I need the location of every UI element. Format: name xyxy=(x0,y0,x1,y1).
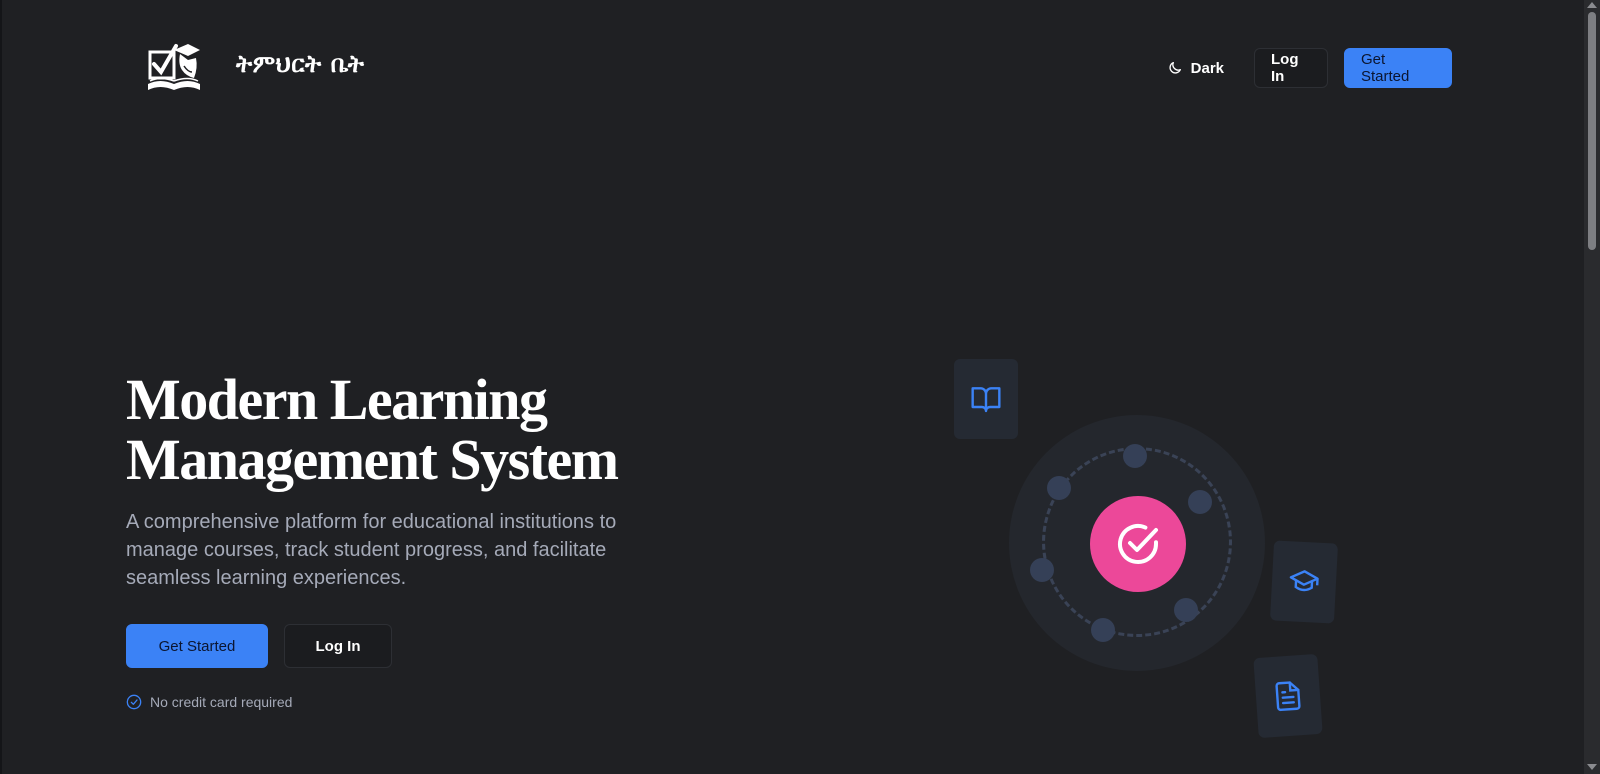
moon-icon xyxy=(1169,62,1181,74)
scroll-thumb[interactable] xyxy=(1588,12,1596,250)
header-login-button[interactable]: Log In xyxy=(1254,48,1328,88)
hero-login-button[interactable]: Log In xyxy=(284,624,392,668)
orbit-dot xyxy=(1030,558,1054,582)
orbit-dot xyxy=(1047,476,1071,500)
orbit-dot xyxy=(1091,618,1115,642)
graduation-card xyxy=(1269,540,1339,624)
hero-title: Modern Learning Management System xyxy=(126,370,766,490)
orbit-dot xyxy=(1188,490,1212,514)
hero-actions: Get Started Log In xyxy=(126,624,392,668)
landing-page: ትምህርት ቤት Dark Log In Get Started Modern … xyxy=(2,0,1582,774)
theme-toggle-button[interactable]: Dark xyxy=(1153,48,1238,88)
scroll-down-arrow-icon[interactable] xyxy=(1587,764,1597,770)
center-badge xyxy=(1090,496,1186,592)
hero-get-started-button[interactable]: Get Started xyxy=(126,624,268,668)
site-header: ትምህርት ቤት Dark Log In Get Started xyxy=(2,0,1582,140)
orbit-dot xyxy=(1123,444,1147,468)
logo[interactable] xyxy=(144,38,204,96)
hero-title-line-1: Modern Learning xyxy=(126,367,548,432)
document-card xyxy=(1253,653,1323,739)
hero-description: A comprehensive platform for educational… xyxy=(126,511,617,589)
book-open-icon xyxy=(971,387,1001,413)
header-nav: Dark Log In Get Started xyxy=(1153,48,1452,88)
scroll-up-arrow-icon[interactable] xyxy=(1587,2,1597,8)
check-circle-icon xyxy=(126,694,142,710)
check-circle-icon xyxy=(1118,524,1158,564)
orbit-dot xyxy=(1174,598,1198,622)
theme-toggle-label: Dark xyxy=(1190,59,1224,77)
brand-name[interactable]: ትምህርት ቤት xyxy=(236,50,364,78)
graduation-cap-icon xyxy=(1289,570,1319,592)
no-credit-card-note: No credit card required xyxy=(126,694,292,710)
file-text-icon xyxy=(1275,681,1301,712)
note-text: No credit card required xyxy=(150,694,293,710)
page-scrollbar[interactable] xyxy=(1584,0,1600,774)
book-card xyxy=(954,359,1018,439)
logo-icon xyxy=(148,44,200,90)
header-get-started-button[interactable]: Get Started xyxy=(1344,48,1452,88)
hero-title-line-2: Management System xyxy=(126,427,619,492)
